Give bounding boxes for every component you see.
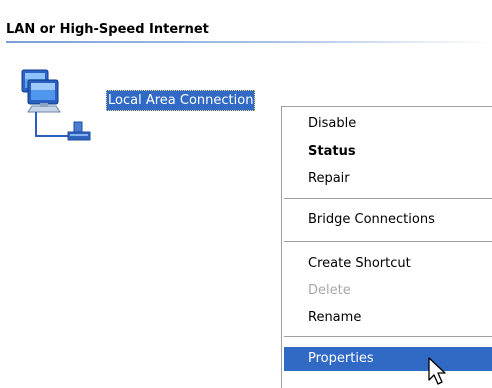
- menu-item-bridge-connections[interactable]: Bridge Connections: [284, 208, 492, 232]
- menu-item-disable[interactable]: Disable: [284, 112, 492, 136]
- menu-item-status[interactable]: Status: [284, 140, 492, 164]
- menu-item-repair[interactable]: Repair: [284, 167, 492, 191]
- group-divider: [6, 41, 492, 43]
- menu-separator: [284, 336, 492, 338]
- menu-separator: [284, 198, 492, 200]
- group-header: LAN or High-Speed Internet: [6, 14, 492, 44]
- menu-item-delete[interactable]: Delete: [284, 279, 492, 303]
- menu-item-rename[interactable]: Rename: [284, 306, 492, 330]
- connection-label[interactable]: Local Area Connection: [106, 90, 256, 111]
- context-menu: Disable Status Repair Bridge Connections…: [281, 106, 492, 388]
- menu-item-properties[interactable]: Properties: [284, 347, 492, 371]
- local-area-connection-item[interactable]: Local Area Connection: [16, 66, 296, 150]
- menu-separator: [284, 241, 492, 243]
- menu-item-create-shortcut[interactable]: Create Shortcut: [284, 252, 492, 276]
- network-connection-icon[interactable]: [16, 66, 100, 150]
- group-title: LAN or High-Speed Internet: [6, 22, 209, 37]
